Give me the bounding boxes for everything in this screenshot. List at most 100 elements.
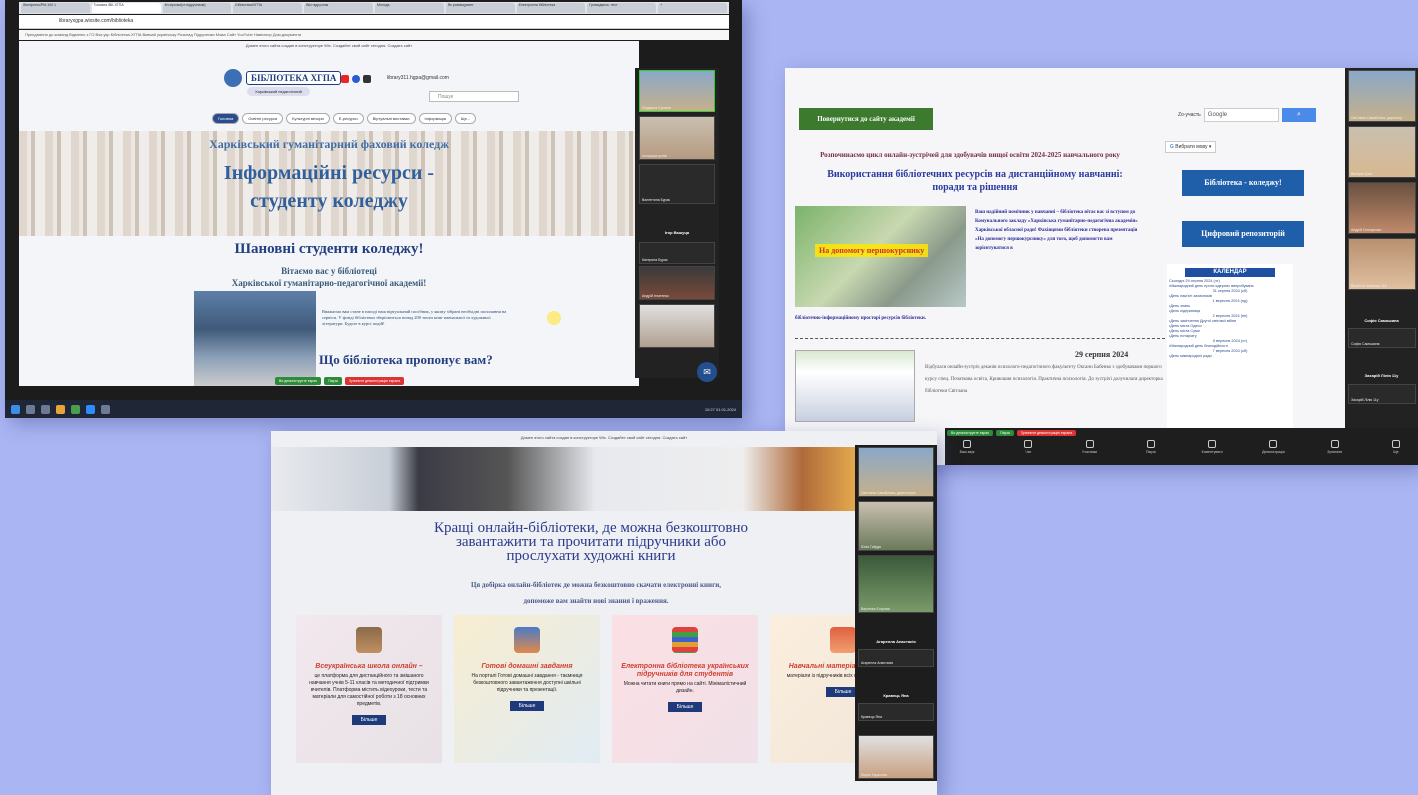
participant-name: Вікторія Грин [1351,172,1373,176]
nav-item[interactable]: Віртуальні виставки [366,113,416,124]
participant-video[interactable]: Катерина Бурак [639,242,715,264]
participant-video[interactable]: Марія Тарасова [858,735,934,779]
nav-item[interactable]: Інформація [418,113,452,124]
zoom-stop-button[interactable]: Зупинити [1321,440,1349,454]
more-icon [1391,440,1400,448]
zoom-share-button[interactable]: Демонстрація [1259,440,1287,454]
youtube-icon[interactable] [341,75,349,83]
instagram-icon[interactable] [363,75,371,83]
mouse-cursor-highlight [547,311,561,325]
library-card[interactable]: Готові домашні завдання На порталі Готов… [454,615,600,763]
zoom-icon[interactable] [86,404,95,414]
card-more-button[interactable]: Більше [351,715,387,725]
nav-item[interactable]: Культурні вечори [286,113,330,124]
freshman-presentation-image[interactable]: На допомогу першокурснику [795,206,966,307]
participant-name: Валентина Бурак [642,198,670,202]
zoom-annotate-button[interactable]: Коментувати [1198,440,1226,454]
browser-tab[interactable]: Молодь [374,3,444,13]
meeting-screenshot-image[interactable] [795,350,915,422]
college-library-button[interactable]: Бібліотека - коледжу! [1182,170,1304,196]
zoom-pause-button[interactable]: Пауза [996,430,1014,436]
nav-item[interactable]: Освітні ресурси [242,113,284,124]
calendar-title: КАЛЕНДАР [1185,268,1275,277]
site-search-input[interactable]: Пошук [429,91,519,102]
search-icon[interactable] [26,404,35,414]
news-date: 29 серпня 2024 [1075,350,1129,359]
nav-item[interactable]: Е-ресурси [332,113,364,124]
zoom-participants-button[interactable]: Учасники [1076,440,1104,454]
participant-video[interactable]: Валентина Бурак [639,164,715,204]
site-logo[interactable]: БІБЛІОТЕКА ХГПА [224,69,342,87]
participant-video[interactable]: Кравець Яна [858,703,934,721]
participant-video[interactable]: Асоціація учнів [639,116,715,160]
back-to-academy-button[interactable]: Повернутися до сайту академії [799,108,933,130]
participant-video[interactable]: Світлана Самойлова, директорка [858,447,934,497]
contact-email[interactable]: library311.hgpa@gmail.com [387,75,449,81]
start-icon[interactable] [11,404,20,414]
new-tab-button[interactable]: + [658,3,727,13]
participant-name-tile: Софія Самошина [1364,318,1399,323]
search-icon[interactable]: ⌕ [1282,108,1316,122]
library-card[interactable]: Електронна бібліотека українських підруч… [612,615,758,763]
zoom-controls: Ваш звук Чат Учасники Пауза Коментувати … [945,438,1418,456]
card-title: Готові домашні завдання [481,663,573,670]
zoom-stop-share-button[interactable]: Зупинити демонстрацію екрана [344,377,405,385]
address-bar[interactable]: libraryxgpa.wixsite.com/biblioteka [19,15,729,29]
section-title: Кращі онлайн-бібліотеки, де можна безкош… [433,520,749,564]
app-icon[interactable] [101,404,110,414]
participant-video[interactable]: Людмила Єрохіна [639,70,715,112]
browser-tab[interactable]: Як розміщувати [445,3,515,13]
greeting-line: Харківської гуманітарно-педагогічної ака… [231,278,427,288]
zoom-control-label: Ваш звук [959,450,975,454]
taskview-icon[interactable] [41,404,50,414]
participant-video[interactable]: Юлія Гайдук [858,501,934,551]
participants-icon [1085,440,1094,448]
participant-name-tile: Агарелла Анастасія [876,639,916,644]
participant-video[interactable]: Агарелла Анастасія [858,649,934,667]
participant-video[interactable] [639,304,715,348]
article-title: Використання бібліотечних ресурсів на ди… [827,169,1123,193]
browser-tab[interactable]: Вікі підручник [304,3,373,13]
browser-tab[interactable]: Громадянсь. тест [587,3,657,13]
chat-bubble-icon[interactable]: ✉ [697,362,717,382]
participant-video[interactable]: Захарій Лілія 11у [1348,384,1416,404]
browser-tab[interactable]: Електронна бібліотека [516,3,586,13]
digital-repository-button[interactable]: Цифровий репозиторій [1182,221,1304,247]
browser-tab[interactable]: Бібліотека/ХГПА [233,3,303,13]
participant-video[interactable]: Андрій Ігнатенко [639,266,715,300]
browser-tab[interactable]: Wordpress/PM-100 1 [21,3,90,13]
google-search-input[interactable]: Google [1203,108,1279,122]
zoom-stop-share-button[interactable]: Зупинити демонстрацію екрана [1016,430,1077,436]
colored-books-icon [672,627,698,653]
folder-icon[interactable] [56,404,65,414]
zoom-audio-button[interactable]: Ваш звук [953,440,981,454]
participant-video[interactable]: Андрій Гонтаренко [1348,182,1416,234]
participant-video[interactable]: Вероніка Єгорова [858,555,934,613]
hero-title-line: студенту коледжу [250,190,408,212]
participant-video[interactable]: Вікторія Грин [1348,126,1416,178]
logo-subtitle: Харківський педагогічний [247,87,310,96]
bookmarks-bar[interactable]: Приєднання до команд Відмінно з ГО Вчи.у… [19,30,729,40]
zoom-control-label: Учасники [1082,450,1098,454]
hero-banner: Харківський гуманітарний фаховий коледж … [19,131,639,236]
browser-tab-active[interactable]: Головна /ВК-ХГПА [91,3,161,13]
facebook-icon[interactable] [352,75,360,83]
participant-video[interactable]: Софія Самошина [1348,328,1416,348]
intro-text: Ваш надійний помічник у навчанні – біблі… [975,210,1138,251]
card-more-button[interactable]: Більше [509,701,545,711]
language-select[interactable]: G Вибрати мову ▾ [1165,141,1217,153]
zoom-pause-button[interactable]: Пауза [324,377,342,385]
browser-tab[interactable]: Кн.зірочки(ст.підручників) [162,3,232,13]
zoom-pause-share-button[interactable]: Пауза [1137,440,1165,454]
library-card[interactable]: Всеукраїнська школа онлайн – це платформ… [296,615,442,763]
card-more-button[interactable]: Більше [667,702,703,712]
nav-item[interactable]: Ще... [454,113,477,124]
participant-video[interactable]: Віолетта Хоменко 118 [1348,238,1416,290]
participant-video[interactable]: Світлана Самойлова, директор [1348,70,1416,122]
nav-item[interactable]: Головна [212,113,240,124]
chrome-icon[interactable] [71,404,80,414]
participant-name-tile: Кравець Яна [883,693,909,698]
zoom-more-button[interactable]: Ще [1382,440,1410,454]
zoom-chat-button[interactable]: Чат [1014,440,1042,454]
card-description: На порталі Готові домашні завдання - тає… [471,673,583,693]
